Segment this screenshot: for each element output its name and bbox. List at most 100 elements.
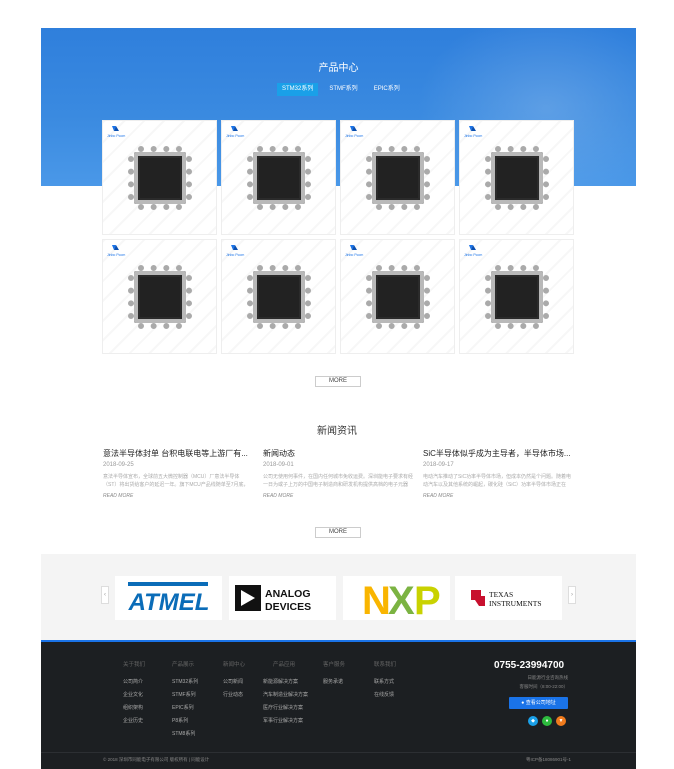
news-item-title[interactable]: 新闻动态 [263,448,413,459]
qq-icon[interactable]: ◆ [528,716,538,726]
footer-link[interactable]: 公司新闻 [223,678,245,685]
footer-col-head[interactable]: 客户服务 [323,660,345,668]
footer-link[interactable]: 企业历史 [123,717,145,724]
brand-mark-text: Jinbo Pcom [107,134,126,138]
svg-text:N: N [362,579,391,618]
product-card[interactable]: Jinbo Pcom [221,120,336,235]
map-pin-icon[interactable]: ▼ [556,716,566,726]
footer-link[interactable]: STM32系列 [172,678,198,685]
footer-col-head[interactable]: 产品应用 [263,660,308,668]
chip-image [128,146,192,210]
chip-image [366,146,430,210]
footer-link[interactable]: EPIC系列 [172,704,198,711]
brand-mark-text: Jinbo Pcom [107,253,126,257]
footer-link[interactable]: 企业文化 [123,691,145,698]
chip-image [485,146,549,210]
carousel-prev-button[interactable]: ‹ [101,586,109,604]
svg-text:INSTRUMENTS: INSTRUMENTS [489,599,542,608]
page: 产品中心 STM32系列 STMF系列 EPIC系列 Jinbo Pcom Jin… [0,0,674,769]
partner-logo-texas-instruments[interactable]: TEXAS INSTRUMENTS [455,576,562,620]
svg-text:DEVICES: DEVICES [265,601,311,613]
news-item-summary: 公司无使用何事件，在国内任何城市免收运费。深圳能电子要求有经一日为或子上万的中国… [263,474,413,488]
footer-link[interactable]: 服务承诺 [323,678,345,685]
chip-image [247,146,311,210]
product-card[interactable]: Jinbo Pcom [102,239,217,354]
footer-col-applications: 产品应用 新能源解决方案 汽车制造业解决方案 医疗行业解决方案 军事行业解决方案 [263,660,308,730]
svg-text:ANALOG: ANALOG [265,588,311,600]
footer-link[interactable]: 军事行业解决方案 [263,717,308,724]
tab-epic[interactable]: EPIC系列 [369,83,405,96]
wechat-icon[interactable]: ● [542,716,552,726]
footer-link[interactable]: 组织架构 [123,704,145,711]
footer-col-head[interactable]: 联系我们 [374,660,396,668]
partner-logo-atmel[interactable]: ATMEL [115,576,222,620]
footer-col-head[interactable]: 关于我们 [123,660,145,668]
products-title: 产品中心 [318,63,359,74]
svg-text:TEXAS: TEXAS [489,590,513,599]
footer-link[interactable]: 汽车制造业解决方案 [263,691,308,698]
footer-hotline-label: 日能源行业咨询热线 [527,675,569,680]
footer-link[interactable]: 公司简介 [123,678,145,685]
analog-devices-logo: ANALOG DEVICES [234,585,311,613]
footer-link[interactable]: P8系列 [172,717,198,724]
tab-stmf[interactable]: STMF系列 [324,83,362,96]
partners-carousel: ‹ › ATMEL ANALOG DEVICES N X P TEXAS INS… [41,554,636,640]
product-card[interactable]: Jinbo Pcom [459,239,574,354]
product-tabs: STM32系列 STMF系列 EPIC系列 [277,83,405,96]
product-card[interactable]: Jinbo Pcom [340,239,455,354]
products-more-button[interactable]: MORE [315,376,361,387]
news-item-date: 2018-09-17 [423,462,454,468]
location-pin-icon: ● [521,700,525,706]
read-more-link[interactable]: READ MORE [263,493,413,499]
product-card[interactable]: Jinbo Pcom [102,120,217,235]
brand-mark-text: Jinbo Pcom [464,134,483,138]
footer-col-service: 客户服务 服务承诺 [323,660,345,691]
brand-mark-text: Jinbo Pcom [345,134,364,138]
news-more-button[interactable]: MORE [315,527,361,538]
svg-text:X: X [388,579,415,618]
footer: 关于我们 公司简介 企业文化 组织架构 企业历史 产品展示 STM32系列 ST… [41,642,636,769]
product-card[interactable]: Jinbo Pcom [340,120,455,235]
product-grid: Jinbo Pcom Jinbo Pcom Jinbo Pcom Jinbo Pcom… [102,120,576,354]
chip-image [366,265,430,329]
news-item-summary: 电动汽车推动了SiC功率半导体市场，但成本仍然是个问题。随着电动汽车以及其他系统… [423,474,572,488]
footer-col-contact: 联系我们 联系方式 在线反馈 [374,660,396,704]
footer-col-products: 产品展示 STM32系列 STMF系列 EPIC系列 P8系列 STM8系列 [172,660,198,743]
footer-link[interactable]: 行业动态 [223,691,245,698]
footer-link[interactable]: STM8系列 [172,730,198,737]
footer-link[interactable]: 联系方式 [374,678,396,685]
news-item-title[interactable]: SiC半导体似乎成为主导者，半导体市场... [423,448,573,459]
atmel-logo: ATMEL [127,582,209,616]
chip-image [485,265,549,329]
news-item[interactable]: SiC半导体似乎成为主导者，半导体市场... 2018-09-17 电动汽车推动… [423,448,573,499]
brand-mark-text: Jinbo Pcom [345,253,364,257]
chip-image [128,265,192,329]
news-item-date: 2018-09-01 [263,462,294,468]
footer-hours: 客服时间（8:00-22:00） [519,684,568,689]
news-item-title[interactable]: 意法半导体封单 台积电联电等上游厂有... [103,448,253,459]
icp-number[interactable]: 粤ICP备18086901号-1 [526,757,571,763]
footer-link[interactable]: 医疗行业解决方案 [263,704,308,711]
ti-logo: TEXAS INSTRUMENTS [470,590,542,608]
carousel-next-button[interactable]: › [568,586,576,604]
partner-logo-analog-devices[interactable]: ANALOG DEVICES [229,576,336,620]
product-card[interactable]: Jinbo Pcom [459,120,574,235]
footer-link[interactable]: 在线反馈 [374,691,396,698]
tab-stm32[interactable]: STM32系列 [277,83,319,96]
brand-mark-text: Jinbo Pcom [226,253,245,257]
view-map-button[interactable]: ● 查看公司地址 [509,697,568,709]
footer-col-head[interactable]: 新闻中心 [223,660,245,668]
read-more-link[interactable]: READ MORE [423,493,573,499]
footer-phone: 0755-23994700 [494,660,565,671]
nxp-logo: N X P [362,579,441,618]
news-item[interactable]: 意法半导体封单 台积电联电等上游厂有... 2018-09-25 意法半导体宣布… [103,448,253,499]
partner-logo-nxp[interactable]: N X P [343,576,450,620]
read-more-link[interactable]: READ MORE [103,493,253,499]
footer-col-head[interactable]: 产品展示 [172,660,198,668]
news-section-title: 新闻资讯 [317,426,357,437]
view-map-label: 查看公司地址 [525,700,556,706]
product-card[interactable]: Jinbo Pcom [221,239,336,354]
footer-link[interactable]: STMF系列 [172,691,198,698]
news-item[interactable]: 新闻动态 2018-09-01 公司无使用何事件，在国内任何城市免收运费。深圳能… [263,448,413,499]
footer-link[interactable]: 新能源解决方案 [263,678,308,685]
